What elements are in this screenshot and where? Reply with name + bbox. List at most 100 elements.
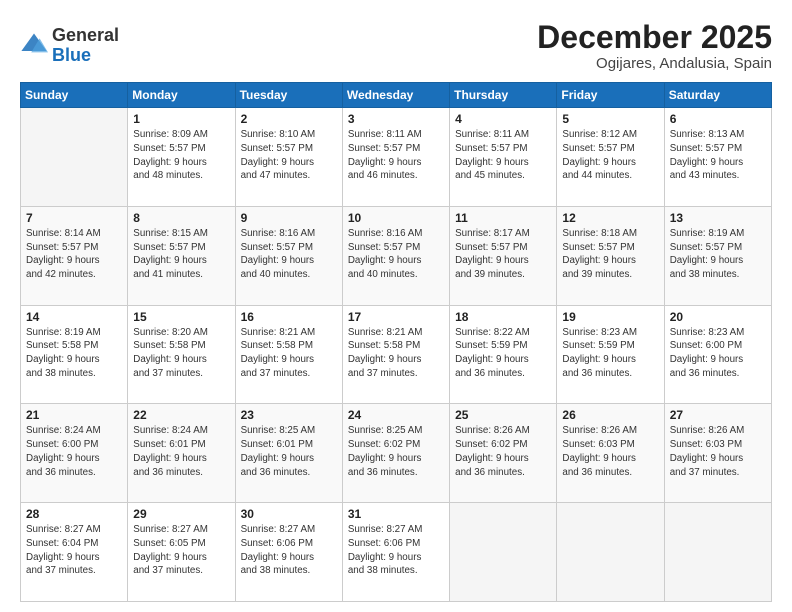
calendar-cell: 1 Sunrise: 8:09 AM Sunset: 5:57 PM Daylig… — [128, 108, 235, 207]
calendar-cell: 19 Sunrise: 8:23 AM Sunset: 5:59 PM Dayli… — [557, 305, 664, 404]
day-info: Sunrise: 8:10 AM Sunset: 5:57 PM Dayligh… — [241, 128, 337, 183]
day-number: 15 — [133, 310, 229, 324]
day-number: 23 — [241, 408, 337, 422]
day-info: Sunrise: 8:27 AM Sunset: 6:04 PM Dayligh… — [26, 523, 122, 578]
calendar-week-row: 7 Sunrise: 8:14 AM Sunset: 5:57 PM Daylig… — [21, 206, 772, 305]
calendar-cell: 3Sunrise: 8:11 AM Sunset: 5:57 PM Daylig… — [342, 108, 449, 207]
calendar-cell: 20 Sunrise: 8:23 AM Sunset: 6:00 PM Dayli… — [664, 305, 771, 404]
day-number: 31 — [348, 507, 444, 521]
day-info: Sunrise: 8:23 AM Sunset: 5:59 PM Dayligh… — [562, 326, 658, 381]
day-info: Sunrise: 8:27 AM Sunset: 6:06 PM Dayligh… — [241, 523, 337, 578]
day-number: 18 — [455, 310, 551, 324]
calendar-cell — [450, 503, 557, 602]
day-number: 2 — [241, 112, 337, 126]
calendar-day-header: Monday — [128, 83, 235, 108]
calendar-cell: 7 Sunrise: 8:14 AM Sunset: 5:57 PM Daylig… — [21, 206, 128, 305]
day-number: 21 — [26, 408, 122, 422]
day-number: 8 — [133, 211, 229, 225]
day-info: Sunrise: 8:25 AM Sunset: 6:02 PM Dayligh… — [348, 424, 444, 479]
calendar-cell — [664, 503, 771, 602]
calendar-week-row: 21 Sunrise: 8:24 AM Sunset: 6:00 PM Dayli… — [21, 404, 772, 503]
day-number: 29 — [133, 507, 229, 521]
day-info: Sunrise: 8:11 AM Sunset: 5:57 PM Dayligh… — [455, 128, 551, 183]
logo-blue: Blue — [52, 46, 119, 66]
day-number: 1 — [133, 112, 229, 126]
calendar-cell: 16 Sunrise: 8:21 AM Sunset: 5:58 PM Dayli… — [235, 305, 342, 404]
calendar-cell: 21 Sunrise: 8:24 AM Sunset: 6:00 PM Dayli… — [21, 404, 128, 503]
day-number: 9 — [241, 211, 337, 225]
day-info: Sunrise: 8:17 AM Sunset: 5:57 PM Dayligh… — [455, 227, 551, 282]
calendar-cell: 14 Sunrise: 8:19 AM Sunset: 5:58 PM Dayli… — [21, 305, 128, 404]
day-number: 30 — [241, 507, 337, 521]
day-number: 11 — [455, 211, 551, 225]
calendar-cell — [557, 503, 664, 602]
day-number: 19 — [562, 310, 658, 324]
calendar-cell: 26Sunrise: 8:26 AM Sunset: 6:03 PM Dayli… — [557, 404, 664, 503]
day-info: Sunrise: 8:14 AM Sunset: 5:57 PM Dayligh… — [26, 227, 122, 282]
page: General Blue December 2025 Ogijares, And… — [0, 0, 792, 612]
day-number: 16 — [241, 310, 337, 324]
title-block: December 2025 Ogijares, Andalusia, Spain — [537, 20, 772, 72]
day-info: Sunrise: 8:27 AM Sunset: 6:05 PM Dayligh… — [133, 523, 229, 578]
calendar-cell: 28 Sunrise: 8:27 AM Sunset: 6:04 PM Dayli… — [21, 503, 128, 602]
day-number: 20 — [670, 310, 766, 324]
day-info: Sunrise: 8:09 AM Sunset: 5:57 PM Dayligh… — [133, 128, 229, 183]
day-number: 14 — [26, 310, 122, 324]
header: General Blue December 2025 Ogijares, And… — [20, 20, 772, 72]
calendar-cell: 15Sunrise: 8:20 AM Sunset: 5:58 PM Dayli… — [128, 305, 235, 404]
calendar-cell: 25 Sunrise: 8:26 AM Sunset: 6:02 PM Dayli… — [450, 404, 557, 503]
calendar-day-header: Saturday — [664, 83, 771, 108]
day-number: 25 — [455, 408, 551, 422]
calendar-cell: 23Sunrise: 8:25 AM Sunset: 6:01 PM Dayli… — [235, 404, 342, 503]
calendar-week-row: 28 Sunrise: 8:27 AM Sunset: 6:04 PM Dayli… — [21, 503, 772, 602]
day-number: 27 — [670, 408, 766, 422]
calendar-cell: 29 Sunrise: 8:27 AM Sunset: 6:05 PM Dayli… — [128, 503, 235, 602]
day-number: 26 — [562, 408, 658, 422]
day-info: Sunrise: 8:24 AM Sunset: 6:00 PM Dayligh… — [26, 424, 122, 479]
logo-text: General Blue — [52, 26, 119, 66]
day-info: Sunrise: 8:18 AM Sunset: 5:57 PM Dayligh… — [562, 227, 658, 282]
logo: General Blue — [20, 26, 119, 66]
day-info: Sunrise: 8:21 AM Sunset: 5:58 PM Dayligh… — [348, 326, 444, 381]
page-title: December 2025 — [537, 20, 772, 55]
calendar-cell: 2 Sunrise: 8:10 AM Sunset: 5:57 PM Daylig… — [235, 108, 342, 207]
calendar-table: SundayMondayTuesdayWednesdayThursdayFrid… — [20, 82, 772, 602]
calendar-day-header: Sunday — [21, 83, 128, 108]
day-number: 5 — [562, 112, 658, 126]
day-info: Sunrise: 8:12 AM Sunset: 5:57 PM Dayligh… — [562, 128, 658, 183]
calendar-cell: 27 Sunrise: 8:26 AM Sunset: 6:03 PM Dayli… — [664, 404, 771, 503]
day-info: Sunrise: 8:15 AM Sunset: 5:57 PM Dayligh… — [133, 227, 229, 282]
day-number: 12 — [562, 211, 658, 225]
day-info: Sunrise: 8:22 AM Sunset: 5:59 PM Dayligh… — [455, 326, 551, 381]
day-info: Sunrise: 8:19 AM Sunset: 5:57 PM Dayligh… — [670, 227, 766, 282]
calendar-day-header: Thursday — [450, 83, 557, 108]
calendar-day-header: Wednesday — [342, 83, 449, 108]
calendar-header-row: SundayMondayTuesdayWednesdayThursdayFrid… — [21, 83, 772, 108]
calendar-cell: 5 Sunrise: 8:12 AM Sunset: 5:57 PM Daylig… — [557, 108, 664, 207]
day-number: 10 — [348, 211, 444, 225]
calendar-cell: 11 Sunrise: 8:17 AM Sunset: 5:57 PM Dayli… — [450, 206, 557, 305]
logo-general: General — [52, 26, 119, 46]
day-info: Sunrise: 8:21 AM Sunset: 5:58 PM Dayligh… — [241, 326, 337, 381]
day-info: Sunrise: 8:24 AM Sunset: 6:01 PM Dayligh… — [133, 424, 229, 479]
logo-icon — [20, 30, 48, 58]
day-info: Sunrise: 8:26 AM Sunset: 6:02 PM Dayligh… — [455, 424, 551, 479]
day-info: Sunrise: 8:16 AM Sunset: 5:57 PM Dayligh… — [241, 227, 337, 282]
calendar-day-header: Friday — [557, 83, 664, 108]
day-number: 7 — [26, 211, 122, 225]
day-info: Sunrise: 8:23 AM Sunset: 6:00 PM Dayligh… — [670, 326, 766, 381]
calendar-cell: 12 Sunrise: 8:18 AM Sunset: 5:57 PM Dayli… — [557, 206, 664, 305]
day-info: Sunrise: 8:13 AM Sunset: 5:57 PM Dayligh… — [670, 128, 766, 183]
calendar-cell: 30 Sunrise: 8:27 AM Sunset: 6:06 PM Dayli… — [235, 503, 342, 602]
day-number: 28 — [26, 507, 122, 521]
day-number: 17 — [348, 310, 444, 324]
page-subtitle: Ogijares, Andalusia, Spain — [537, 55, 772, 72]
day-info: Sunrise: 8:26 AM Sunset: 6:03 PM Dayligh… — [670, 424, 766, 479]
day-info: Sunrise: 8:19 AM Sunset: 5:58 PM Dayligh… — [26, 326, 122, 381]
day-number: 24 — [348, 408, 444, 422]
calendar-cell: 6Sunrise: 8:13 AM Sunset: 5:57 PM Daylig… — [664, 108, 771, 207]
calendar-cell: 13Sunrise: 8:19 AM Sunset: 5:57 PM Dayli… — [664, 206, 771, 305]
calendar-cell: 24 Sunrise: 8:25 AM Sunset: 6:02 PM Dayli… — [342, 404, 449, 503]
day-number: 3 — [348, 112, 444, 126]
calendar-day-header: Tuesday — [235, 83, 342, 108]
